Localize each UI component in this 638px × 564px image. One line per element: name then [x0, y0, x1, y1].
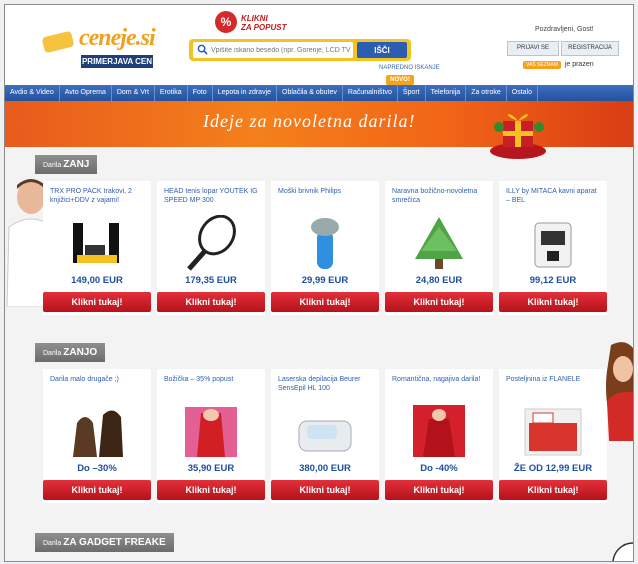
advanced-search-link[interactable]: NAPREDNO ISKANJE — [379, 65, 440, 71]
shopping-list[interactable]: VAŠ SEZNAM je prazen — [523, 61, 594, 69]
chocolate-image[interactable] — [63, 403, 131, 459]
section-title: ZANJO — [63, 347, 98, 358]
site-logo[interactable]: ceneje.si PRIMERJAVA CEN — [41, 17, 171, 69]
section-title: ZANJ — [63, 159, 90, 170]
epilator-image[interactable] — [291, 403, 359, 459]
product-card[interactable]: Posteljnina iz FLANELE ŽE OD 12,99 EUR Kli… — [499, 369, 607, 503]
trx-straps-image[interactable] — [63, 215, 131, 271]
click-here-button[interactable]: Klikni tukaj! — [43, 292, 151, 312]
click-here-button[interactable]: Klikni tukaj! — [157, 480, 265, 500]
tennis-racket-image[interactable] — [177, 215, 245, 271]
nav-item-0[interactable]: Avdio & Video — [5, 85, 60, 101]
product-title[interactable]: Posteljnina iz FLANELE — [506, 375, 602, 384]
search-icon — [197, 44, 208, 55]
section-prefix: Darila — [43, 350, 62, 357]
nav-item-11[interactable]: Ostalo — [507, 85, 538, 101]
coffee-machine-image[interactable] — [519, 215, 587, 271]
promo-discount-link[interactable]: % KLIKNI ZA POPUST — [215, 11, 315, 37]
product-title[interactable]: Romantična, nagajiva darila! — [392, 375, 488, 384]
nav-item-2[interactable]: Dom & Vrt — [112, 85, 155, 101]
click-here-button[interactable]: Klikni tukaj! — [499, 480, 607, 500]
santa-costume-image[interactable] — [177, 403, 245, 459]
shaver-image[interactable] — [291, 215, 359, 271]
product-card[interactable]: Laserska depilacija Beurer SensEpil HL 1… — [271, 369, 379, 503]
product-price: 179,35 EUR — [185, 275, 237, 286]
click-here-button[interactable]: Klikni tukaj! — [499, 292, 607, 312]
search-button[interactable]: IŠČI — [357, 42, 407, 58]
list-status: je prazen — [564, 61, 594, 68]
search-bar: IŠČI — [189, 39, 411, 61]
click-here-button[interactable]: Klikni tukaj! — [43, 480, 151, 500]
product-title[interactable]: ILLY by MITACA kavni aparat – BEL — [506, 187, 602, 205]
promo-line-1: KLIKNI — [241, 14, 268, 23]
logo-subtitle: PRIMERJAVA CEN — [81, 55, 153, 68]
login-button[interactable]: PRIJAVI SE — [507, 41, 559, 56]
product-price: 35,90 EUR — [187, 463, 235, 474]
product-card[interactable]: ILLY by MITACA kavni aparat – BEL 99,12 E… — [499, 181, 607, 315]
product-card[interactable]: Moški brivnik Philips 29,99 EUR Klikni tuk… — [271, 181, 379, 315]
greeting-text: Pozdravljeni, Gost! — [535, 26, 594, 33]
woman-peeking-image — [606, 342, 633, 441]
promo-line-2: ZA POPUST — [241, 23, 287, 32]
product-title[interactable]: Naravna božično-novoletna smrečica — [392, 187, 488, 205]
section-tab-zanj: Darila ZANJ — [35, 155, 98, 174]
product-card[interactable]: Božička – 35% popust 35,90 EUR Klikni tuka… — [157, 369, 265, 503]
register-button[interactable]: REGISTRACIJA — [561, 41, 619, 56]
scroll-arrow-icon[interactable] — [605, 541, 634, 562]
category-nav: Avdio & Video Avto Oprema Dom & Vrt Erotika… — [5, 85, 633, 101]
nav-item-10[interactable]: Za otroke — [466, 85, 507, 101]
site-header: ceneje.si PRIMERJAVA CEN % KLIKNI ZA POP… — [5, 5, 633, 85]
list-badge: VAŠ SEZNAM — [523, 61, 561, 69]
section-prefix: Darila — [43, 540, 62, 547]
product-price: Do –30% — [77, 463, 117, 474]
product-card[interactable]: Darila malo drugače ;) Do –30% Klikni tuka… — [43, 369, 151, 503]
nav-item-6[interactable]: Oblačila & obutev — [277, 85, 343, 101]
santa-dress-image[interactable] — [405, 403, 473, 459]
product-title[interactable]: TRX PRO PACK trakovi, 2 knjižici+DDV z v… — [50, 187, 146, 205]
product-title[interactable]: Darila malo drugače ;) — [50, 375, 146, 384]
product-price: 29,99 EUR — [301, 275, 349, 286]
product-price: 149,00 EUR — [71, 275, 123, 286]
nav-item-5[interactable]: Lepota in zdravje — [213, 85, 278, 101]
nav-item-1[interactable]: Avto Oprema — [60, 85, 112, 101]
product-price: 99,12 EUR — [529, 275, 577, 286]
christmas-tree-image[interactable] — [405, 215, 473, 271]
promo-text: KLIKNI ZA POPUST — [241, 14, 286, 32]
click-here-button[interactable]: Klikni tukaj! — [157, 292, 265, 312]
product-card[interactable]: Romantična, nagajiva darila! Do -40% Klikn… — [385, 369, 493, 503]
product-price: 24,80 EUR — [415, 275, 463, 286]
click-here-button[interactable]: Klikni tukaj! — [385, 292, 493, 312]
product-title[interactable]: Božička – 35% popust — [164, 375, 260, 384]
nav-item-8[interactable]: Šport — [398, 85, 426, 101]
section-tab-zanjo: Darila ZANJO — [35, 343, 106, 362]
logo-badge-icon — [41, 30, 75, 54]
gift-decoration-icon — [490, 114, 546, 159]
product-title[interactable]: HEAD tenis lopar YOUTEK IG SPEED MP 300 — [164, 187, 260, 205]
click-here-button[interactable]: Klikni tukaj! — [385, 480, 493, 500]
nav-item-9[interactable]: Telefonija — [426, 85, 467, 101]
logo-text: ceneje.si — [79, 25, 156, 51]
product-card[interactable]: HEAD tenis lopar YOUTEK IG SPEED MP 300 1… — [157, 181, 265, 315]
section-prefix: Darila — [43, 162, 62, 169]
nav-item-3[interactable]: Erotika — [155, 85, 188, 101]
percent-icon: % — [215, 11, 237, 33]
product-title[interactable]: Laserska depilacija Beurer SensEpil HL 1… — [278, 375, 374, 393]
section-tab-gadget: Darila ZA GADGET FREAKE — [35, 533, 174, 552]
bedding-image[interactable] — [519, 403, 587, 459]
product-title[interactable]: Moški brivnik Philips — [278, 187, 374, 196]
product-price: ŽE OD 12,99 EUR — [513, 463, 593, 474]
product-card[interactable]: TRX PRO PACK trakovi, 2 knjižici+DDV z v… — [43, 181, 151, 315]
section-title: ZA GADGET FREAKE — [63, 537, 166, 548]
nav-item-4[interactable]: Foto — [188, 85, 213, 101]
product-card[interactable]: Naravna božično-novoletna smrečica 24,80 … — [385, 181, 493, 315]
browser-page: ceneje.si PRIMERJAVA CEN % KLIKNI ZA POP… — [4, 4, 634, 562]
click-here-button[interactable]: Klikni tukaj! — [271, 480, 379, 500]
product-price: Do -40% — [420, 463, 458, 474]
click-here-button[interactable]: Klikni tukaj! — [271, 292, 379, 312]
product-price: 380,00 EUR — [299, 463, 351, 474]
banner-title: Ideje za novoletna darila! — [203, 111, 416, 131]
search-input[interactable] — [193, 42, 353, 58]
new-badge: NOVO! — [386, 75, 414, 85]
nav-item-7[interactable]: Računalništvo — [343, 85, 398, 101]
